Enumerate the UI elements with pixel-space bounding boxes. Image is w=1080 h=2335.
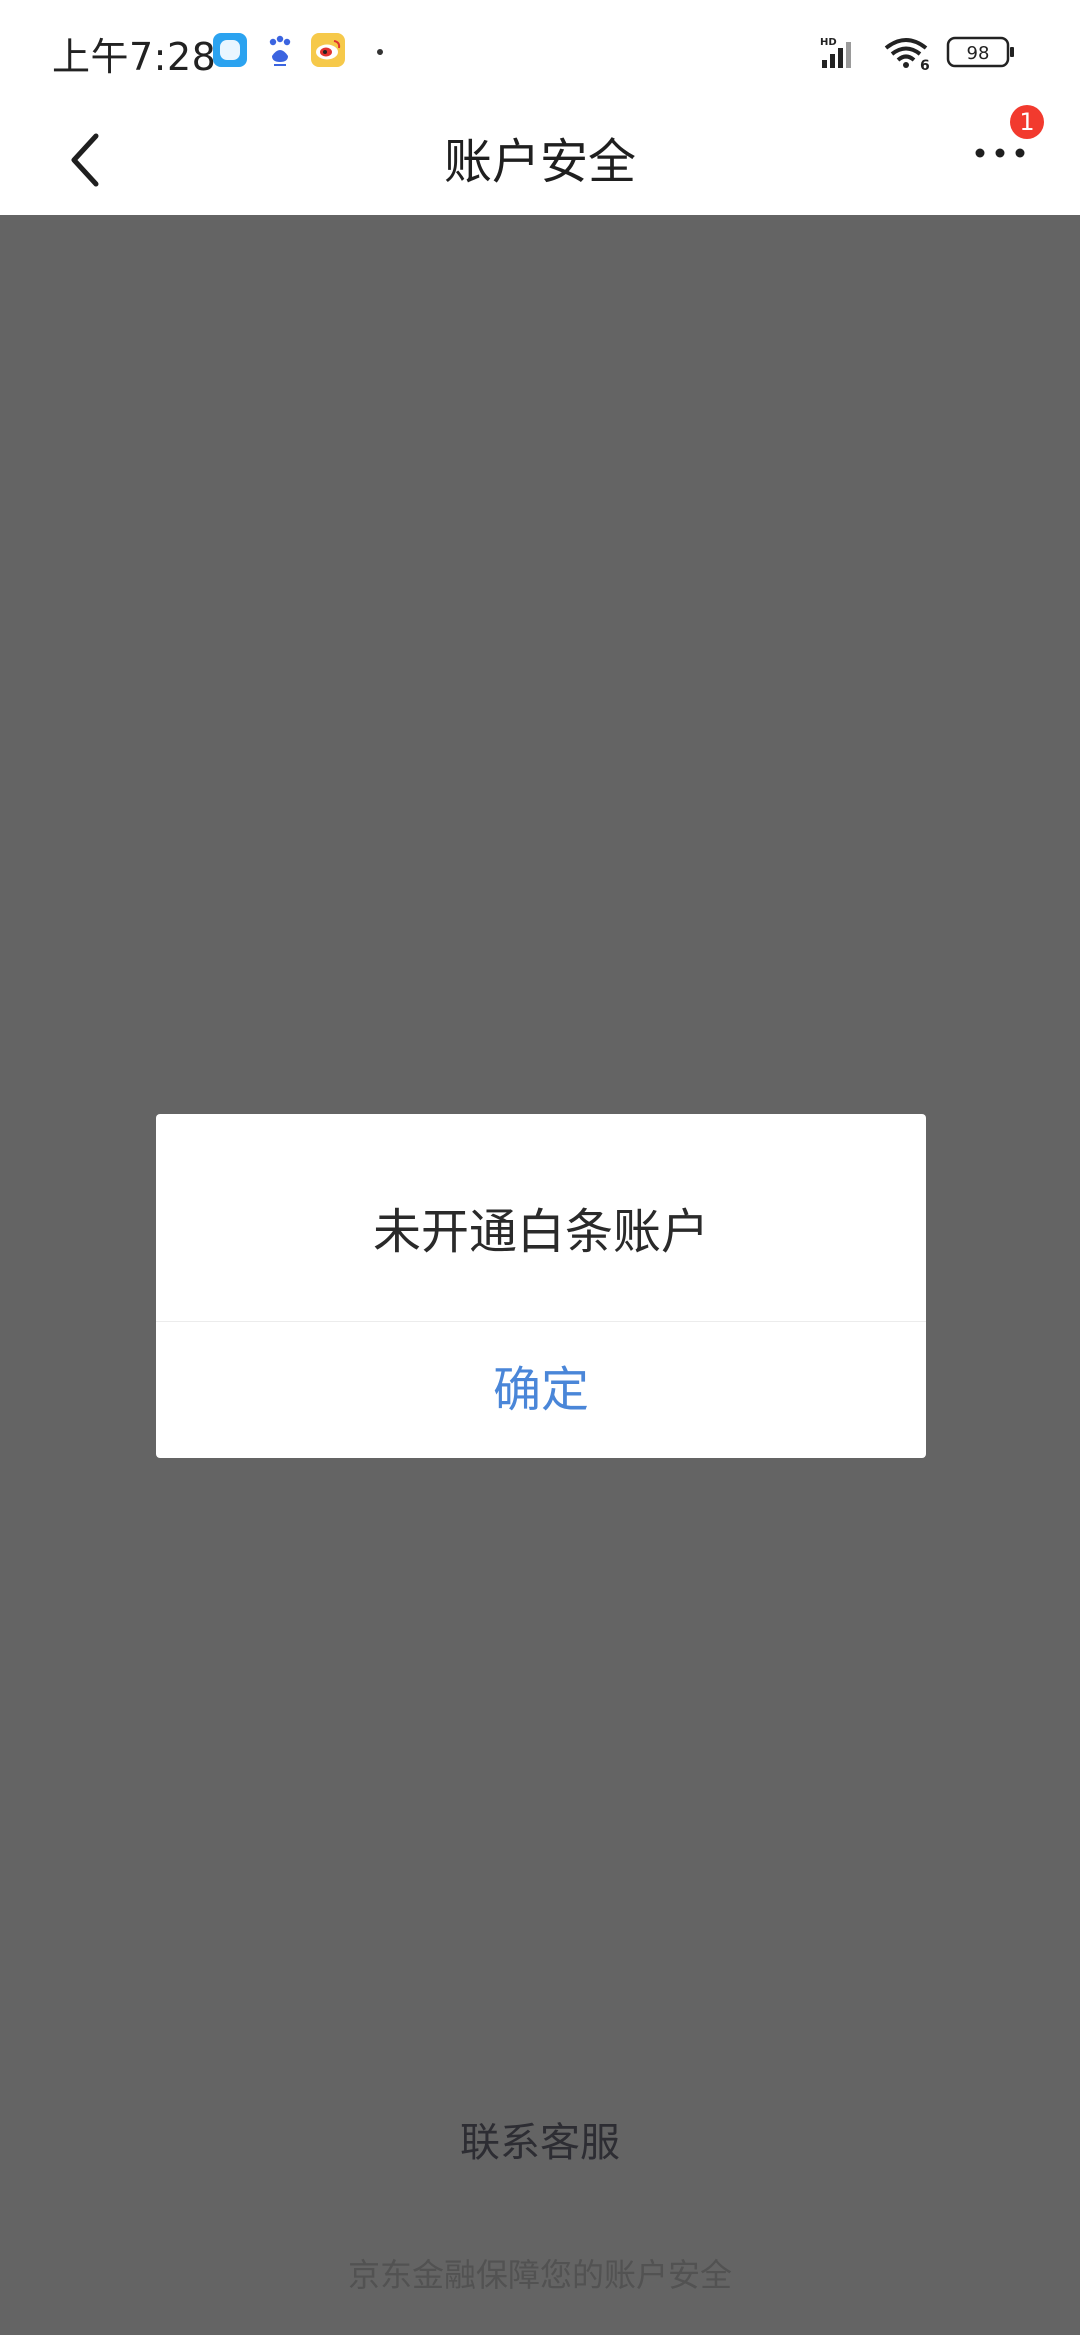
- dialog-message: 未开通白条账户: [372, 1204, 709, 1260]
- status-time: 上午7:28: [52, 35, 217, 79]
- qq-icon: [213, 33, 247, 67]
- wifi-icon: 6: [884, 38, 930, 72]
- footer-note: 京东金融保障您的账户安全: [347, 2256, 732, 2294]
- battery-level: 98: [967, 43, 990, 64]
- svg-text:HD: HD: [820, 37, 837, 48]
- contact-service-link[interactable]: 联系客服: [0, 2110, 1080, 2168]
- signal-icon: HD: [820, 37, 851, 68]
- notification-badge: 1: [1010, 105, 1044, 139]
- status-bar: 上午7:28 HD 6 98: [0, 0, 1080, 100]
- more-dots-icon: [975, 148, 1025, 158]
- svg-text:6: 6: [920, 58, 930, 72]
- notification-dot: [377, 49, 383, 55]
- page-title: 账户安全: [443, 134, 636, 190]
- battery-icon: 98: [946, 36, 1016, 68]
- baidu-icon: [269, 35, 291, 66]
- nav-bar: 账户安全: [0, 100, 1080, 215]
- confirm-button[interactable]: 确定: [156, 1322, 926, 1458]
- screen: 上午7:28 HD 6 98 账户安全 1 联系客服 京东金融保障您的账户安全 …: [0, 0, 1080, 2335]
- alert-dialog: 未开通白条账户 确定: [156, 1114, 926, 1458]
- weibo-icon: [311, 33, 345, 67]
